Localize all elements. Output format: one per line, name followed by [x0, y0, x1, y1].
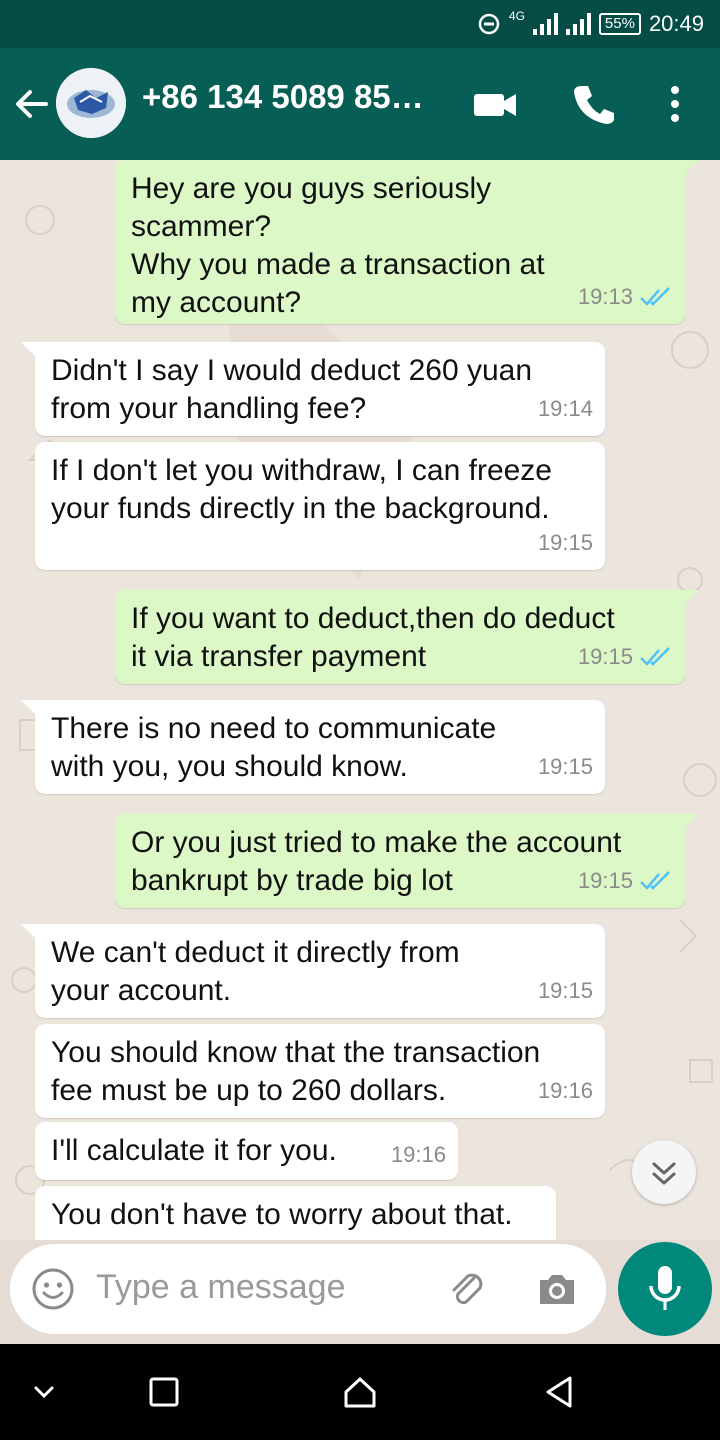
message-incoming[interactable]: I'll calculate it for you. 19:16	[35, 1122, 458, 1180]
message-text: You don't have to worry about that.	[51, 1198, 513, 1231]
message-incoming[interactable]: There is no need to communicate with you…	[21, 700, 605, 794]
message-meta: 19:14	[538, 390, 593, 428]
contact-name[interactable]: +86 134 5089 85…	[142, 78, 424, 116]
message-meta: 19:15	[578, 862, 673, 900]
message-time: 19:15	[537, 530, 593, 555]
read-ticks-icon	[640, 287, 670, 306]
message-time: 19:16	[537, 1078, 593, 1103]
message-meta: 19:16	[538, 1072, 593, 1110]
message-time: 19:15	[537, 978, 593, 1003]
video-call-icon[interactable]	[470, 78, 520, 130]
nav-home-icon[interactable]	[340, 1372, 380, 1412]
message-incoming[interactable]: We can't deduct it directly from your ac…	[21, 924, 605, 1018]
nav-back-icon[interactable]	[540, 1372, 580, 1412]
message-text: You should know that the transaction fee…	[51, 1036, 541, 1107]
status-bar: 4G 55% 20:49	[0, 0, 720, 48]
signal-icon-2	[565, 13, 591, 35]
more-vert-icon[interactable]	[660, 78, 690, 130]
network-type: 4G	[508, 9, 525, 23]
avatar-logo-icon	[56, 68, 126, 138]
signal-icon	[532, 13, 558, 35]
message-text: There is no need to communicate with you…	[51, 712, 497, 783]
read-ticks-icon	[640, 647, 670, 666]
chat-header: +86 134 5089 85…	[0, 48, 720, 160]
message-time: 19:15	[537, 754, 593, 779]
message-meta: 19:15	[538, 748, 593, 786]
nav-recents-icon[interactable]	[144, 1372, 184, 1412]
message-outgoing[interactable]: If you want to deduct,then do deduct it …	[115, 590, 699, 684]
message-time: 19:16	[390, 1142, 446, 1167]
message-meta: 19:15	[578, 638, 673, 676]
message-incoming[interactable]: If I don't let you withdraw, I can freez…	[35, 442, 605, 570]
message-input[interactable]: Type a message	[96, 1268, 345, 1307]
message-text: I'll calculate it for you.	[51, 1134, 337, 1167]
scroll-down-icon	[652, 1162, 676, 1185]
message-time: 19:15	[577, 644, 633, 669]
message-incoming[interactable]: You don't have to worry about that.	[35, 1186, 556, 1240]
emoji-icon[interactable]	[30, 1266, 76, 1312]
message-text: Didn't I say I would deduct 260 yuan fro…	[51, 354, 533, 425]
mic-icon	[649, 1266, 681, 1310]
scroll-down-button[interactable]	[632, 1140, 696, 1204]
mic-button[interactable]	[618, 1242, 712, 1336]
data-saver-icon	[478, 13, 500, 35]
message-incoming[interactable]: Didn't I say I would deduct 260 yuan fro…	[21, 342, 605, 436]
battery-indicator: 55%	[598, 13, 641, 35]
back-arrow-icon[interactable]	[12, 78, 52, 130]
message-composer[interactable]: Type a message	[10, 1244, 606, 1334]
message-time: 19:15	[577, 868, 633, 893]
attach-icon[interactable]	[444, 1266, 490, 1312]
clock: 20:49	[648, 11, 704, 36]
message-meta: 19:13	[578, 278, 673, 316]
read-ticks-icon	[640, 871, 670, 890]
message-meta: 19:16	[391, 1136, 446, 1174]
camera-icon[interactable]	[534, 1266, 580, 1312]
message-outgoing[interactable]: Or you just tried to make the account ba…	[115, 814, 699, 908]
status-icons: 4G 55% 20:49	[477, 0, 704, 48]
message-time: 19:13	[577, 284, 633, 309]
phone-icon[interactable]	[568, 78, 618, 130]
system-nav-bar	[0, 1344, 720, 1440]
chat-area[interactable]: Hey are you guys seriously scammer? Why …	[0, 160, 720, 1240]
message-time: 19:14	[537, 396, 593, 421]
message-text: We can't deduct it directly from your ac…	[51, 936, 460, 1007]
nav-collapse-icon[interactable]	[24, 1372, 64, 1412]
message-meta: 19:15	[538, 972, 593, 1010]
message-incoming[interactable]: You should know that the transaction fee…	[35, 1024, 605, 1118]
message-outgoing[interactable]: Hey are you guys seriously scammer? Why …	[115, 160, 699, 324]
message-meta: 19:15	[538, 524, 593, 562]
message-text: If I don't let you withdraw, I can freez…	[51, 454, 552, 525]
contact-avatar[interactable]	[56, 68, 126, 138]
